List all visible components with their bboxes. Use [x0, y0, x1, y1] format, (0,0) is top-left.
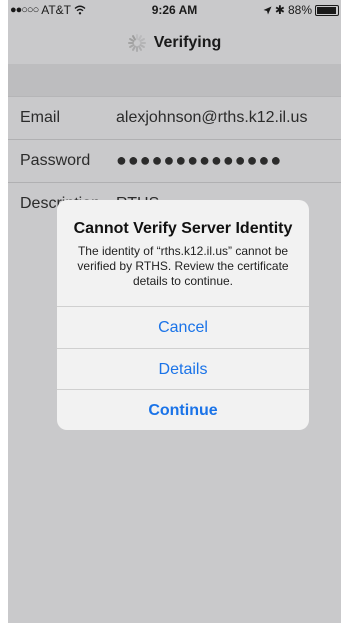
- email-field[interactable]: alexjohnson@rths.k12.il.us: [116, 109, 307, 127]
- battery-fill: [317, 6, 337, 14]
- password-field[interactable]: ●●●●●●●●●●●●●●: [116, 150, 282, 171]
- alert-message: The identity of “rths.k12.il.us” cannot …: [77, 244, 289, 288]
- email-row[interactable]: Email alexjohnson@rths.k12.il.us: [8, 96, 341, 139]
- screen: ●●○○○ AT&T 9:26 AM ✱ 88% Verifying Email: [8, 0, 341, 623]
- status-bar: ●●○○○ AT&T 9:26 AM ✱ 88%: [8, 0, 341, 20]
- battery-percent: 88%: [287, 3, 312, 17]
- section-spacer: [8, 64, 341, 96]
- location-arrow-icon: [263, 6, 272, 14]
- details-button[interactable]: Details: [57, 348, 309, 390]
- battery-icon: [315, 4, 339, 16]
- alert-dialog: Cannot Verify Server Identity The identi…: [57, 200, 309, 430]
- password-label: Password: [20, 152, 91, 169]
- email-label: Email: [20, 109, 61, 126]
- alert-title: Cannot Verify Server Identity: [73, 220, 293, 237]
- bluetooth-icon: ✱: [274, 3, 285, 17]
- password-row[interactable]: Password ●●●●●●●●●●●●●●: [8, 139, 341, 182]
- navigation-bar: Verifying: [8, 20, 341, 64]
- nav-title: Verifying: [153, 34, 222, 52]
- spinner-spoke: [135, 46, 138, 52]
- activity-spinner-icon: [127, 34, 146, 52]
- continue-button[interactable]: Continue: [57, 389, 309, 430]
- cancel-button[interactable]: Cancel: [57, 306, 309, 348]
